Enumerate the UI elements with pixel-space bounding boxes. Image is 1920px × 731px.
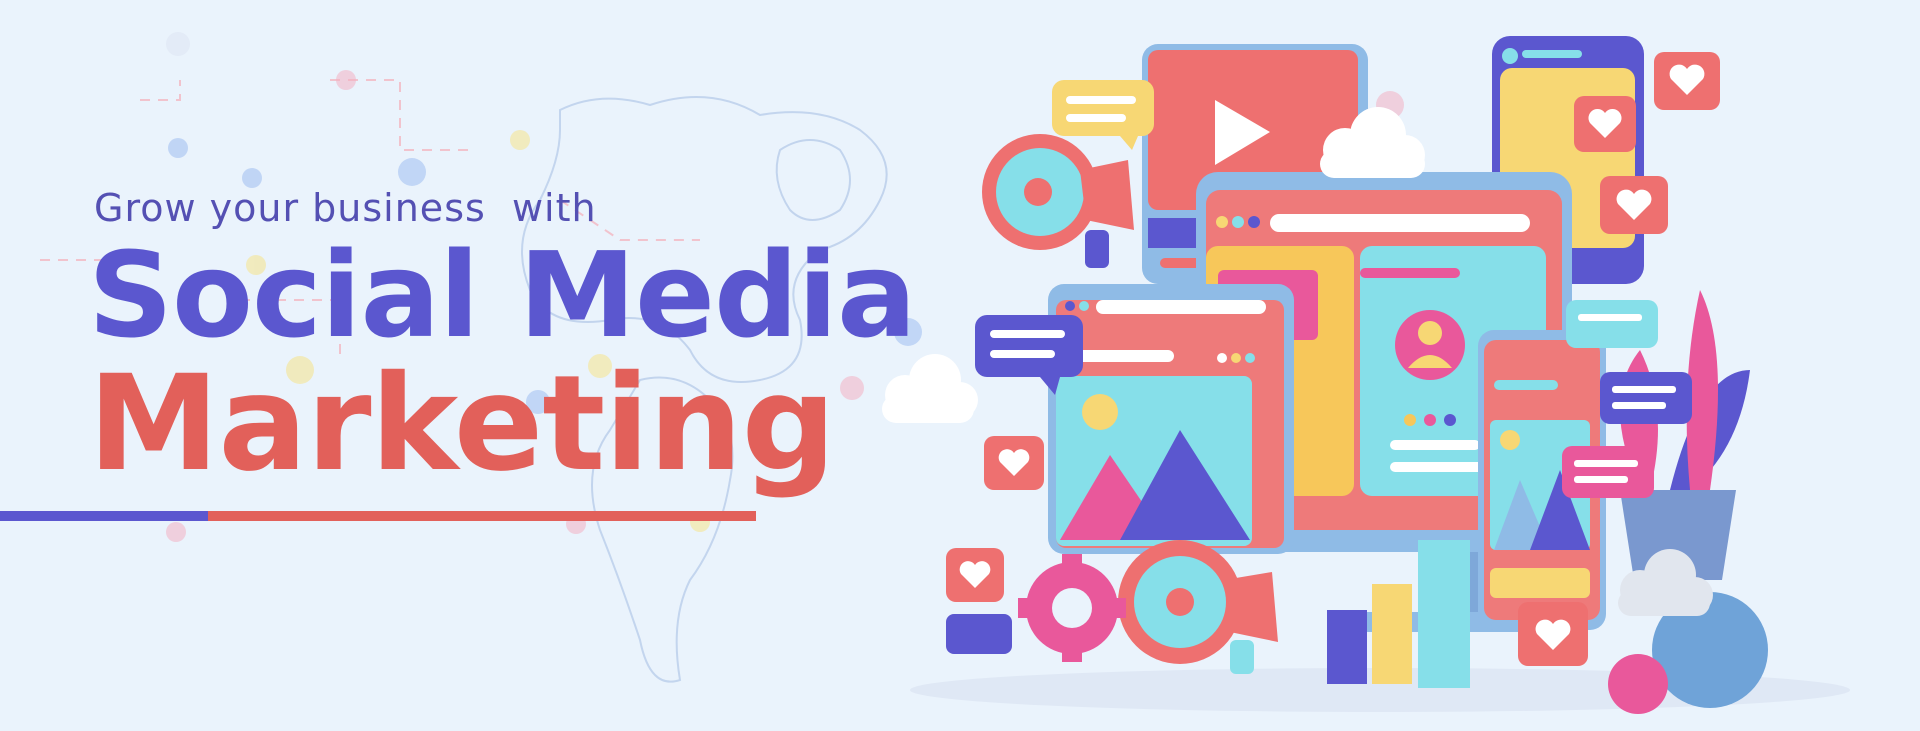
heart-icon [1574, 96, 1636, 152]
title-marketing: Marketing [88, 347, 836, 501]
heart-icon [1600, 176, 1668, 234]
dot-3 [242, 168, 262, 188]
title-social-media: Social Media [88, 226, 917, 364]
chat-bubble-icon [1600, 372, 1692, 424]
dot-4 [336, 70, 356, 90]
heart-icon [946, 548, 1004, 602]
dot-5 [398, 158, 426, 186]
underline-blue [0, 511, 208, 521]
megaphone-icon [1118, 540, 1278, 674]
chat-bubble-icon [1052, 80, 1154, 150]
dot-2 [168, 138, 188, 158]
dot-6 [510, 130, 530, 150]
chat-bubble-icon [1562, 446, 1654, 498]
underline-red [208, 511, 756, 521]
browser-window [1048, 284, 1294, 554]
chat-bubble-icon [1566, 300, 1658, 348]
heart-icon [984, 436, 1044, 490]
dot-12 [840, 376, 864, 400]
dot-14 [166, 522, 186, 542]
tagline: Grow your business with [94, 186, 597, 230]
social-media-illustration [882, 36, 1850, 714]
cloud-icon [882, 354, 978, 423]
heart-icon [1518, 602, 1588, 666]
megaphone-icon [982, 134, 1134, 268]
gear-icon [1018, 554, 1126, 662]
heart-icon [1654, 52, 1720, 110]
bar-chart-icon [1327, 540, 1470, 688]
dot-1 [166, 32, 190, 56]
sphere-icon [1608, 654, 1668, 714]
